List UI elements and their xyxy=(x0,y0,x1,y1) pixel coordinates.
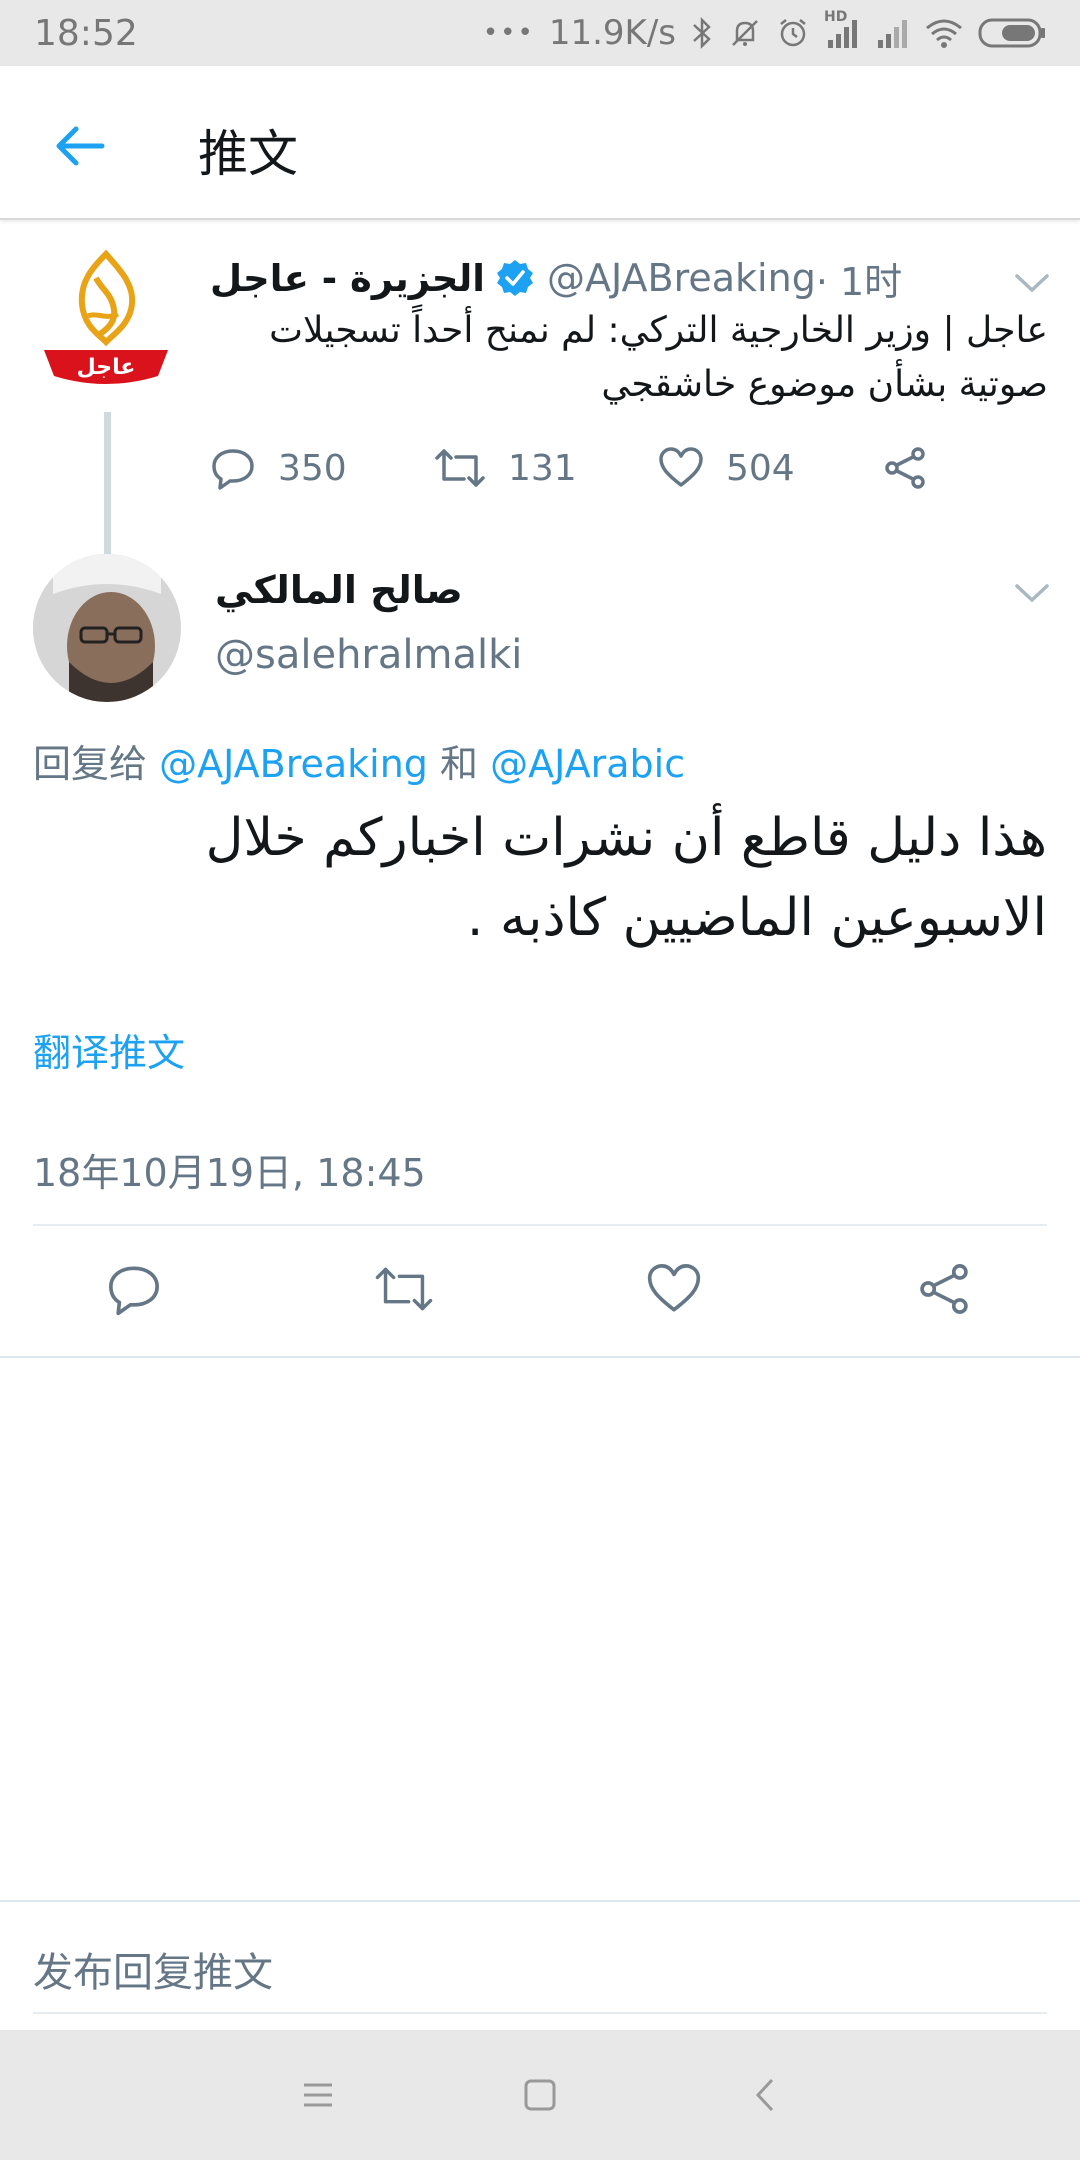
retweet-button[interactable] xyxy=(374,1261,433,1317)
verified-badge-icon xyxy=(497,260,533,296)
heart-icon xyxy=(647,1264,701,1312)
share-icon xyxy=(920,1264,968,1314)
parent-tweet-actions: 350 131 504 xyxy=(210,438,1040,498)
back-button[interactable] xyxy=(50,116,110,176)
mute-icon xyxy=(728,13,762,53)
app-header: 推文 xyxy=(0,66,1080,220)
reply-icon xyxy=(212,449,254,490)
signal-icon xyxy=(874,13,910,53)
share-action[interactable] xyxy=(882,438,950,498)
heart-icon xyxy=(659,447,703,487)
divider xyxy=(0,1900,1080,1902)
author-handle[interactable]: @salehralmalki xyxy=(215,632,522,678)
reply-action[interactable]: 350 xyxy=(210,438,347,498)
tweet-timestamp: 18年10月19日, 18:45 xyxy=(33,1151,426,1195)
retweet-count: 131 xyxy=(508,447,577,489)
reply-prefix: 回复给 xyxy=(33,742,160,786)
divider xyxy=(33,2012,1047,2014)
wifi-icon xyxy=(924,13,964,53)
network-speed: 11.9K/s xyxy=(548,13,676,53)
battery-icon xyxy=(978,13,1046,53)
reply-join: 和 xyxy=(427,742,491,786)
status-icons: ••• 11.9K/s HD xyxy=(482,9,1046,53)
tweet-text: هذا دليل قاطع أن نشرات اخباركم خلال الاس… xyxy=(205,808,1047,948)
thread-line xyxy=(104,412,111,572)
like-action[interactable]: 504 xyxy=(658,438,795,498)
avatar[interactable] xyxy=(33,554,181,702)
status-bar: 18:52 ••• 11.9K/s HD xyxy=(0,0,1080,66)
aljazeera-logo[interactable]: عاجل xyxy=(40,249,172,390)
status-time: 18:52 xyxy=(34,12,138,54)
tweet-time: · 1时 xyxy=(815,259,903,304)
bluetooth-icon xyxy=(690,13,714,53)
parent-tweet-header: الجزيرة - عاجل @AJABreaking · 1时 xyxy=(210,250,902,306)
back-nav-icon[interactable] xyxy=(746,2075,786,2115)
reply-input[interactable]: 发布回复推文 xyxy=(33,1940,273,1998)
translate-link[interactable]: 翻译推文 xyxy=(33,1022,185,1077)
reply-button[interactable] xyxy=(106,1261,162,1317)
hd-label: HD xyxy=(824,9,848,25)
chevron-down-icon[interactable] xyxy=(1012,578,1052,608)
home-icon[interactable] xyxy=(520,2075,560,2115)
reply-icon xyxy=(109,1266,159,1316)
retweet-action[interactable]: 131 xyxy=(434,438,577,498)
mention-link[interactable]: @AJABreaking xyxy=(159,742,428,786)
tweet-actions xyxy=(0,1225,1080,1355)
retweet-icon xyxy=(375,1267,433,1311)
mention-link[interactable]: @AJArabic xyxy=(490,742,685,786)
signal-hd-icon: HD xyxy=(824,9,860,53)
author-handle[interactable]: @AJABreaking xyxy=(547,256,816,300)
share-button[interactable] xyxy=(916,1261,972,1317)
more-dots-icon: ••• xyxy=(482,18,535,48)
logo-text: عاجل xyxy=(77,355,136,380)
page-title: 推文 xyxy=(198,125,298,183)
like-count: 504 xyxy=(726,447,795,489)
menu-icon[interactable] xyxy=(298,2075,338,2115)
divider xyxy=(0,1356,1080,1358)
author-name[interactable]: صالح المالكي xyxy=(215,568,463,612)
like-button[interactable] xyxy=(646,1261,702,1317)
arrow-left-icon xyxy=(56,126,105,166)
author-name[interactable]: الجزيرة - عاجل xyxy=(210,257,485,300)
system-nav-bar xyxy=(0,2030,1080,2160)
retweet-icon xyxy=(435,449,485,487)
share-icon xyxy=(885,447,925,489)
alarm-icon xyxy=(776,13,810,53)
parent-tweet-text: عاجل | وزير الخارجية التركي: لم نمنح أحد… xyxy=(269,310,1048,405)
reply-to-line: 回复给 @AJABreaking 和 @AJArabic xyxy=(33,733,685,788)
chevron-down-icon[interactable] xyxy=(1012,268,1052,298)
reply-count: 350 xyxy=(278,447,347,489)
parent-tweet[interactable]: عاجل الجزيرة - عاجل @AJABreaking · 1时 عا… xyxy=(0,222,1080,572)
